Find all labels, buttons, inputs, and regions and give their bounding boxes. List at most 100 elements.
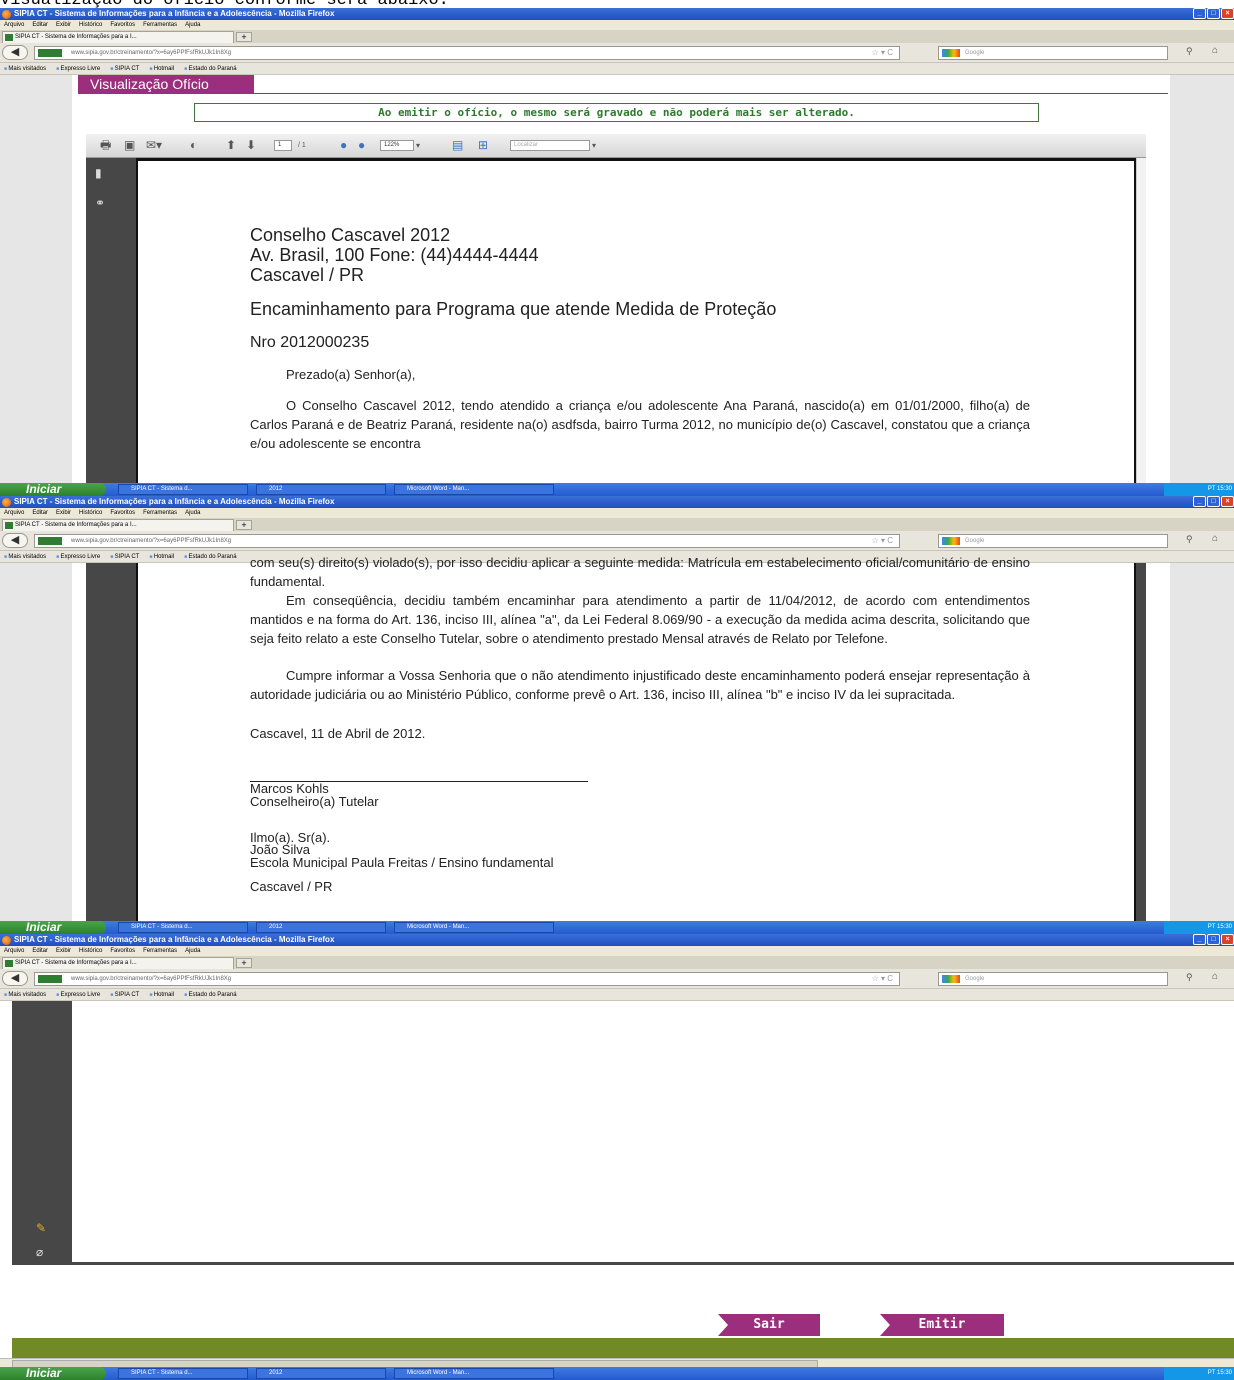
menu-help[interactable]: Ajuda — [185, 508, 200, 518]
close-button[interactable]: × — [1221, 934, 1234, 945]
home-icon[interactable]: ⌂ — [1212, 533, 1218, 544]
menu-history[interactable]: Histórico — [79, 508, 102, 518]
bookmark-hotmail[interactable]: Hotmail — [149, 63, 174, 74]
minimize-button[interactable]: _ — [1193, 934, 1206, 945]
home-icon[interactable]: ⌂ — [1212, 45, 1218, 56]
menu-view[interactable]: Exibir — [56, 20, 71, 30]
zoom-out-icon[interactable]: ● — [340, 139, 347, 152]
bookmark-most-visited[interactable]: Mais visitados — [4, 551, 46, 562]
minimize-button[interactable]: _ — [1193, 8, 1206, 19]
back-arrow-icon[interactable]: ◀ — [2, 533, 28, 548]
taskbar-word[interactable]: Microsoft Word - Man... — [394, 1368, 554, 1379]
taskbar-firefox[interactable]: SIPIA CT - Sistema d... — [118, 484, 248, 495]
maximize-button[interactable]: □ — [1207, 496, 1220, 507]
search-icon[interactable]: ⚲ — [1186, 46, 1193, 57]
menu-help[interactable]: Ajuda — [185, 20, 200, 30]
bookmark-expresso[interactable]: Expresso Livre — [56, 551, 101, 562]
bookmark-estado[interactable]: Estado do Paraná — [184, 551, 237, 562]
taskbar-folder[interactable]: 2012 — [256, 922, 386, 933]
close-button[interactable]: × — [1221, 496, 1234, 507]
menu-history[interactable]: Histórico — [79, 20, 102, 30]
emit-button[interactable]: Emitir — [880, 1314, 1004, 1336]
pages-panel-icon[interactable]: ▮ — [95, 166, 102, 180]
menu-bookmarks[interactable]: Favoritos — [110, 20, 135, 30]
close-button[interactable]: × — [1221, 8, 1234, 19]
find-dropdown-icon[interactable]: ▾ — [592, 139, 596, 152]
bookmark-expresso[interactable]: Expresso Livre — [56, 989, 101, 1000]
search-icon[interactable]: ⚲ — [1186, 972, 1193, 983]
bookmark-sipia[interactable]: SIPIA CT — [110, 551, 140, 562]
taskbar-firefox[interactable]: SIPIA CT - Sistema d... — [118, 1368, 248, 1379]
search-input[interactable]: Google — [938, 972, 1168, 986]
home-icon[interactable]: ⌂ — [1212, 971, 1218, 982]
bookmark-most-visited[interactable]: Mais visitados — [4, 989, 46, 1000]
menu-edit[interactable]: Editar — [32, 946, 48, 956]
browser-tab[interactable]: SIPIA CT - Sistema de Informações para a… — [2, 957, 234, 969]
share-icon[interactable]: ✉▾ — [146, 139, 162, 152]
search-input[interactable]: Google — [938, 534, 1168, 548]
start-button[interactable]: Iniciar — [0, 483, 106, 496]
bookmark-estado[interactable]: Estado do Paraná — [184, 63, 237, 74]
pdf-scrollbar[interactable] — [1136, 158, 1146, 483]
menu-tools[interactable]: Ferramentas — [143, 20, 177, 30]
taskbar-folder[interactable]: 2012 — [256, 484, 386, 495]
start-button[interactable]: Iniciar — [0, 921, 106, 934]
bookmark-sipia[interactable]: SIPIA CT — [110, 989, 140, 1000]
menu-file[interactable]: Arquivo — [4, 508, 24, 518]
menu-edit[interactable]: Editar — [32, 508, 48, 518]
print-icon[interactable]: 🖶 — [100, 139, 111, 152]
browser-tab[interactable]: SIPIA CT - Sistema de Informações para a… — [2, 31, 234, 43]
attach-icon[interactable]: ◐ — [190, 139, 197, 152]
menu-file[interactable]: Arquivo — [4, 20, 24, 30]
browser-tab[interactable]: SIPIA CT - Sistema de Informações para a… — [2, 519, 234, 531]
address-bar[interactable]: www.sipia.gov.br/ctreinamento/?x=6ay6PPf… — [34, 534, 900, 548]
taskbar-folder[interactable]: 2012 — [256, 1368, 386, 1379]
new-tab-button[interactable]: + — [236, 520, 252, 530]
page-number-input[interactable]: 1 — [274, 140, 292, 151]
fit-width-icon[interactable]: ⊞ — [478, 139, 488, 152]
menu-tools[interactable]: Ferramentas — [143, 946, 177, 956]
find-input[interactable]: Localizar — [510, 140, 590, 151]
binoculars-icon[interactable]: ⚭ — [95, 196, 105, 210]
star-icon[interactable]: ☆ ▾ C — [872, 535, 893, 547]
address-bar[interactable]: www.sipia.gov.br/ctreinamento/?x=6ay6PPf… — [34, 46, 900, 60]
zoom-dropdown-icon[interactable]: ▾ — [416, 139, 420, 152]
menu-view[interactable]: Exibir — [56, 508, 71, 518]
menu-tools[interactable]: Ferramentas — [143, 508, 177, 518]
maximize-button[interactable]: □ — [1207, 934, 1220, 945]
next-page-icon[interactable]: ⬇ — [246, 139, 256, 152]
menu-view[interactable]: Exibir — [56, 946, 71, 956]
zoom-select[interactable]: 122% — [380, 140, 414, 151]
minimize-button[interactable]: _ — [1193, 496, 1206, 507]
comment-icon[interactable]: ✎ — [36, 1221, 46, 1235]
taskbar-firefox[interactable]: SIPIA CT - Sistema d... — [118, 922, 248, 933]
previous-page-icon[interactable]: ⬆ — [226, 139, 236, 152]
bookmark-expresso[interactable]: Expresso Livre — [56, 63, 101, 74]
search-input[interactable]: Google — [938, 46, 1168, 60]
address-bar[interactable]: www.sipia.gov.br/ctreinamento/?x=6ay6PPf… — [34, 972, 900, 986]
bookmark-hotmail[interactable]: Hotmail — [149, 989, 174, 1000]
menu-file[interactable]: Arquivo — [4, 946, 24, 956]
menu-history[interactable]: Histórico — [79, 946, 102, 956]
back-arrow-icon[interactable]: ◀ — [2, 45, 28, 60]
start-button[interactable]: Iniciar — [0, 1367, 106, 1380]
taskbar-word[interactable]: Microsoft Word - Man... — [394, 922, 554, 933]
menu-help[interactable]: Ajuda — [185, 946, 200, 956]
search-icon[interactable]: ⚲ — [1186, 534, 1193, 545]
taskbar-word[interactable]: Microsoft Word - Man... — [394, 484, 554, 495]
bookmark-estado[interactable]: Estado do Paraná — [184, 989, 237, 1000]
paperclip-icon[interactable]: ⌀ — [36, 1245, 43, 1259]
bookmark-hotmail[interactable]: Hotmail — [149, 551, 174, 562]
menu-bookmarks[interactable]: Favoritos — [110, 946, 135, 956]
new-tab-button[interactable]: + — [236, 32, 252, 42]
bookmark-most-visited[interactable]: Mais visitados — [4, 63, 46, 74]
star-icon[interactable]: ☆ ▾ C — [872, 973, 893, 985]
back-arrow-icon[interactable]: ◀ — [2, 971, 28, 986]
exit-button[interactable]: Sair — [718, 1314, 820, 1336]
star-icon[interactable]: ☆ ▾ C — [872, 47, 893, 59]
bookmark-sipia[interactable]: SIPIA CT — [110, 63, 140, 74]
menu-bookmarks[interactable]: Favoritos — [110, 508, 135, 518]
zoom-in-icon[interactable]: ● — [358, 139, 365, 152]
fit-page-icon[interactable]: ▤ — [452, 139, 463, 152]
new-tab-button[interactable]: + — [236, 958, 252, 968]
